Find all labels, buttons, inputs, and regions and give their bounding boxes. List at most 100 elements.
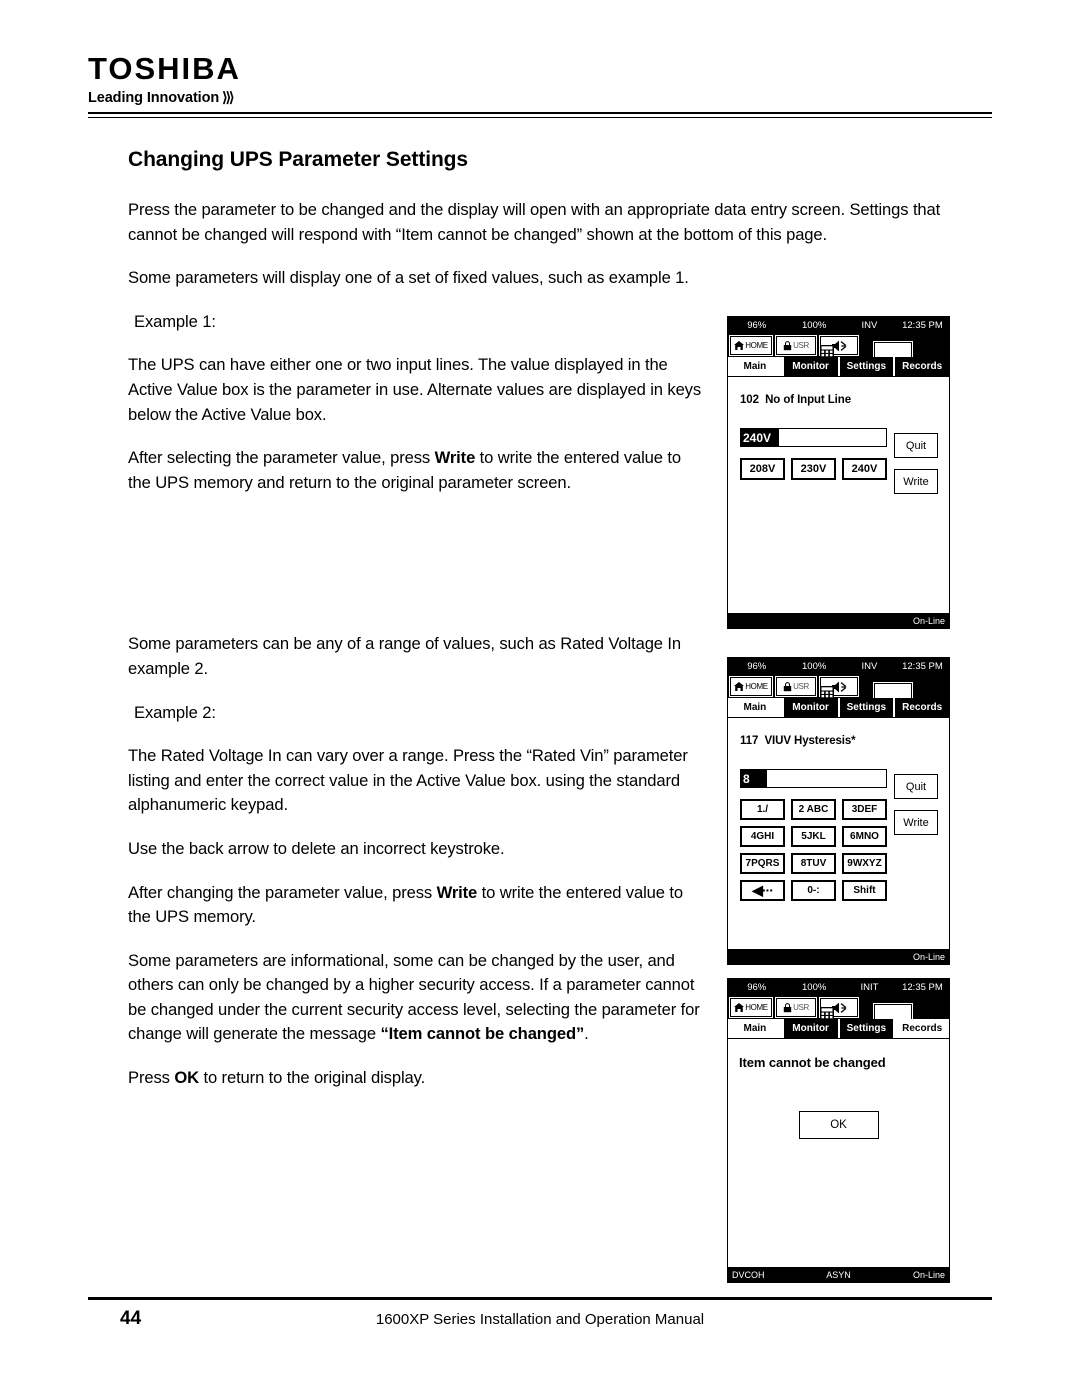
manual-title: 1600XP Series Installation and Operation… (375, 1311, 705, 1328)
tab-records[interactable]: Records (895, 1019, 949, 1038)
paragraph-intro: Press the parameter to be changed and th… (128, 200, 941, 244)
screen-content: 117 VIUV Hysteresis* 8 1./ 2 ABC 3DEF 4G… (728, 717, 949, 949)
key-1[interactable]: 1./ (740, 799, 785, 820)
status-left: DVCOH (732, 1269, 765, 1280)
tab-monitor[interactable]: Monitor (783, 357, 840, 376)
write2-keyword: Write (436, 882, 478, 902)
tab-records[interactable]: Records (895, 357, 949, 376)
page-title: Changing UPS Parameter Settings (128, 148, 468, 171)
home-icon (734, 340, 745, 350)
tab-settings[interactable]: Settings (839, 1019, 896, 1038)
user-label: USR (793, 682, 809, 691)
mute-speaker-icon (831, 340, 846, 351)
user-lock-button[interactable]: USR (775, 997, 817, 1018)
home-button[interactable]: HOME (729, 997, 773, 1018)
tab-monitor[interactable]: Monitor (783, 1019, 840, 1038)
ok-button-wrapper: OK (728, 1111, 949, 1139)
user-lock-button[interactable]: USR (775, 335, 817, 356)
key-4[interactable]: 4GHI (740, 826, 785, 847)
item-cannot-be-changed-keyword: “Item cannot be changed” (380, 1024, 585, 1044)
lock-icon (783, 681, 792, 691)
paragraph-range-values: Some parameters can be any of a range of… (128, 634, 682, 678)
home-label: HOME (745, 682, 768, 691)
key-9[interactable]: 9WXYZ (842, 853, 887, 874)
clock-status: 12:35 PM (902, 982, 943, 993)
paragraph-example2-desc: The Rated Voltage In can vary over a ran… (128, 746, 688, 815)
ups-screen-example-1: 96% 100% INV 12:35 PM HOME USR Main Moni… (727, 316, 950, 629)
mode-status: INV (861, 661, 878, 672)
quit-button[interactable]: Quit (894, 433, 938, 458)
quit-button[interactable]: Quit (894, 774, 938, 799)
user-label: USR (793, 341, 809, 350)
status-bar-top: 96% 100% INV 12:35 PM (728, 317, 949, 334)
tab-main[interactable]: Main (728, 698, 784, 717)
screen-content: 102 No of Input Line 240V 208V 230V 240V… (728, 376, 949, 613)
header-divider-thin (88, 117, 992, 118)
active-value-text: 8 (741, 770, 767, 787)
ups-screen-example-2: 96% 100% INV 12:35 PM HOME USR Main Moni… (727, 657, 950, 965)
key-shift[interactable]: Shift (842, 880, 887, 901)
ok-text-a: Press (128, 1068, 175, 1088)
key-8[interactable]: 8TUV (791, 853, 836, 874)
lock-icon (783, 340, 792, 350)
write-text-a: After selecting the parameter value, pre… (128, 448, 435, 468)
battery-status: 96% (747, 661, 767, 672)
choice-button-208v[interactable]: 208V (740, 458, 785, 480)
ups-screen-item-cannot-be-changed: 96% 100% INIT 12:35 PM HOME USR Main Mon… (727, 978, 950, 1283)
choice-button-240v[interactable]: 240V (842, 458, 887, 480)
key-7[interactable]: 7PQRS (740, 853, 785, 874)
chevrons-icon: ⟩⟩⟩ (222, 89, 234, 105)
home-button[interactable]: HOME (729, 676, 773, 697)
choice-button-230v[interactable]: 230V (791, 458, 836, 480)
key-2[interactable]: 2 ABC (791, 799, 836, 820)
home-label: HOME (745, 1003, 768, 1012)
paragraph-example2-write: After changing the parameter value, pres… (128, 881, 708, 930)
tab-bar: Main Monitor Settings Records (728, 698, 949, 717)
footer-divider (88, 1297, 992, 1300)
tab-main[interactable]: Main (728, 357, 784, 376)
active-value-box[interactable]: 240V (740, 428, 887, 447)
brand-tagline: Leading Innovation ⟩⟩⟩ (88, 89, 241, 106)
key-5[interactable]: 5JKL (791, 826, 836, 847)
backspace-arrow-icon[interactable]: ◀··· (740, 880, 785, 901)
home-button[interactable]: HOME (729, 335, 773, 356)
paragraph-security-access: Some parameters are informational, some … (128, 949, 708, 1047)
home-icon (734, 681, 745, 691)
parameter-number: 102 (740, 394, 759, 406)
parameter-heading: 102 No of Input Line (740, 394, 949, 406)
icon-toolbar: HOME USR (728, 675, 949, 703)
status-right: On-Line (912, 615, 945, 626)
load-status: 100% (802, 982, 827, 993)
key-0[interactable]: 0-: (791, 880, 836, 901)
tab-monitor[interactable]: Monitor (783, 698, 840, 717)
active-value-box[interactable]: 8 (740, 769, 887, 788)
status-bar-bottom: DVCOH ASYN On-Line (728, 1267, 949, 1282)
paragraph-back-arrow: Use the back arrow to delete an incorrec… (128, 838, 505, 858)
keypad-grid-icon (819, 344, 834, 358)
ok-keyword: OK (174, 1068, 199, 1088)
battery-status: 96% (747, 320, 767, 331)
parameter-name: VIUV Hysteresis* (764, 735, 856, 747)
tab-main[interactable]: Main (728, 1019, 784, 1038)
user-lock-button[interactable]: USR (775, 676, 817, 697)
status-right: On-Line (912, 951, 945, 962)
write-button[interactable]: Write (894, 810, 938, 835)
key-3[interactable]: 3DEF (842, 799, 887, 820)
security-text-b: . (584, 1024, 589, 1044)
status-bar-top: 96% 100% INIT 12:35 PM (728, 979, 949, 996)
parameter-name: No of Input Line (765, 394, 852, 406)
brand-name: TOSHIBA (88, 51, 241, 86)
clock-status: 12:35 PM (902, 661, 943, 672)
key-6[interactable]: 6MNO (842, 826, 887, 847)
write-button[interactable]: Write (894, 469, 938, 494)
parameter-heading: 117 VIUV Hysteresis* (740, 735, 949, 747)
ok-button[interactable]: OK (798, 1111, 879, 1139)
header-divider (88, 112, 992, 114)
tab-settings[interactable]: Settings (839, 357, 896, 376)
tab-records[interactable]: Records (895, 698, 949, 717)
tab-settings[interactable]: Settings (839, 698, 896, 717)
load-status: 100% (802, 320, 827, 331)
tab-bar: Main Monitor Settings Records (728, 1019, 949, 1038)
tab-bar: Main Monitor Settings Records (728, 357, 949, 376)
clock-status: 12:35 PM (902, 320, 943, 331)
